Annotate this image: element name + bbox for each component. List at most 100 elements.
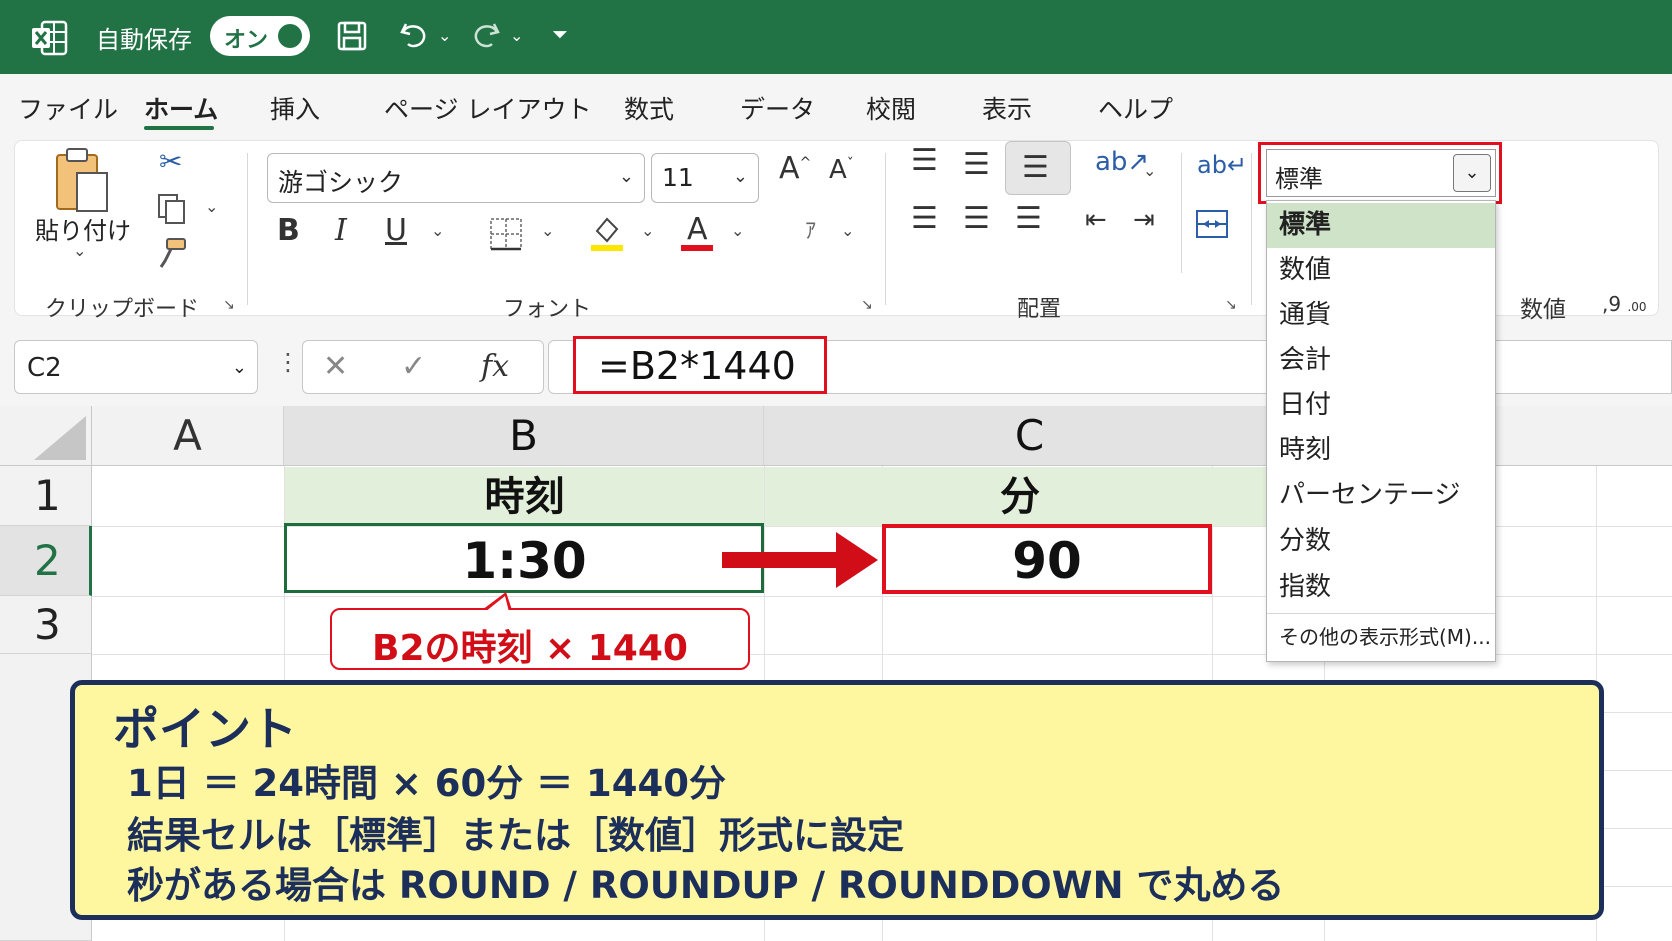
row-header-2[interactable]: 2	[0, 526, 92, 596]
underline-dropdown-icon[interactable]: ⌄	[431, 221, 444, 240]
undo-icon[interactable]	[396, 18, 432, 54]
font-size-combobox[interactable]: 11 ⌄	[651, 153, 759, 203]
wrap-text-icon[interactable]: ab↵	[1197, 151, 1247, 179]
decrease-font-size-icon[interactable]: Aˇ	[829, 155, 854, 185]
tab-review[interactable]: 校閲	[866, 90, 916, 126]
column-header-b[interactable]: B	[284, 406, 764, 466]
font-launcher-icon[interactable]: ↘	[861, 297, 873, 313]
cut-icon[interactable]: ✂	[159, 145, 182, 178]
format-option-date[interactable]: 日付	[1267, 383, 1495, 428]
group-separator	[247, 153, 248, 305]
alignment-launcher-icon[interactable]: ↘	[1225, 297, 1237, 313]
column-header-a[interactable]: A	[92, 406, 284, 466]
cell-c1[interactable]: 分	[765, 468, 1275, 526]
format-option-time[interactable]: 時刻	[1267, 428, 1495, 473]
cancel-icon[interactable]: ✕	[323, 349, 348, 384]
align-center-icon[interactable]: ☰	[963, 201, 990, 236]
select-all-button[interactable]	[0, 406, 92, 466]
chevron-down-icon: ⌄	[231, 357, 247, 378]
borders-dropdown-icon[interactable]: ⌄	[541, 221, 554, 240]
save-icon[interactable]	[334, 18, 370, 54]
formula-highlight: =B2*1440	[573, 336, 827, 394]
tab-view[interactable]: 表示	[982, 90, 1032, 126]
clipboard-group-label: クリップボード	[45, 297, 200, 322]
tab-formulas[interactable]: 数式	[624, 90, 674, 126]
phonetic-icon[interactable]: ｱ	[805, 213, 816, 245]
underline-icon[interactable]: U	[385, 213, 407, 248]
tab-insert[interactable]: 挿入	[270, 90, 320, 126]
align-bottom-button[interactable]: ☰	[1005, 141, 1071, 195]
format-option-scientific[interactable]: 指数	[1267, 565, 1495, 610]
autosave-toggle[interactable]: オン	[210, 16, 310, 56]
toggle-knob	[278, 24, 302, 48]
orientation-icon[interactable]: ab↗	[1095, 147, 1149, 177]
excel-logo-icon	[32, 20, 68, 56]
align-middle-icon[interactable]: ☰	[963, 147, 990, 182]
number-format-dropdown: 標準 数値 通貨 会計 日付 時刻 パーセンテージ 分数 指数 その他の表示形式…	[1266, 200, 1496, 662]
group-separator	[885, 153, 886, 305]
tab-help[interactable]: ヘルプ	[1098, 90, 1173, 126]
tab-file[interactable]: ファイル	[18, 90, 118, 126]
align-top-icon[interactable]: ☰	[911, 143, 938, 178]
column-header-c[interactable]: C	[764, 406, 1296, 466]
format-option-number[interactable]: 数値	[1267, 248, 1495, 293]
number-format-combobox[interactable]: 標準 ⌄	[1266, 149, 1496, 197]
fill-color-dropdown-icon[interactable]: ⌄	[641, 221, 654, 240]
font-color-dropdown-icon[interactable]: ⌄	[731, 221, 744, 240]
point-line-3: 秒がある場合は ROUND / ROUNDUP / ROUNDDOWN で丸める	[127, 864, 1285, 907]
font-group-label: フォント	[503, 297, 592, 322]
format-option-general[interactable]: 標準	[1267, 203, 1495, 248]
tab-data[interactable]: データ	[740, 90, 815, 126]
format-option-accounting[interactable]: 会計	[1267, 338, 1495, 383]
name-box[interactable]: C2 ⌄	[14, 340, 258, 394]
format-option-fraction[interactable]: 分数	[1267, 519, 1495, 564]
row-header-1[interactable]: 1	[0, 466, 92, 526]
increase-font-size-icon[interactable]: A^	[779, 151, 811, 186]
fill-color-icon[interactable]	[589, 213, 625, 253]
borders-icon[interactable]	[489, 217, 523, 251]
more-options-icon[interactable]: ⋮	[276, 348, 300, 376]
callout-tail-inner	[485, 596, 509, 612]
insert-function-icon[interactable]: fx	[481, 349, 509, 384]
increase-indent-icon[interactable]: ⇥	[1133, 205, 1155, 235]
format-option-percentage[interactable]: パーセンテージ	[1267, 473, 1495, 518]
chevron-down-icon: ⌄	[732, 166, 748, 187]
merge-center-icon[interactable]	[1195, 207, 1229, 241]
more-number-formats[interactable]: その他の表示形式(M)...	[1279, 621, 1491, 650]
bold-icon[interactable]: B	[277, 213, 300, 248]
name-box-value: C2	[27, 353, 62, 383]
chevron-down-icon[interactable]: ⌄	[1453, 154, 1491, 192]
ribbon-tabs: ファイル ホーム 挿入 ページ レイアウト 数式 データ 校閲 表示 ヘルプ	[0, 74, 1672, 136]
copy-dropdown-icon[interactable]: ⌄	[205, 197, 218, 216]
font-name-combobox[interactable]: 游ゴシック ⌄	[267, 153, 645, 203]
font-color-icon[interactable]: A	[679, 211, 715, 253]
cell-b1[interactable]: 時刻	[285, 468, 764, 526]
alignment-group-label: 配置	[1017, 297, 1062, 322]
enter-icon[interactable]: ✓	[401, 349, 426, 384]
paste-dropdown-icon[interactable]: ⌄	[73, 241, 86, 260]
italic-icon[interactable]: I	[335, 213, 347, 248]
clipboard-launcher-icon[interactable]: ↘	[223, 297, 235, 313]
active-tab-indicator	[144, 126, 214, 130]
format-painter-icon[interactable]	[157, 237, 189, 269]
chevron-down-icon: ⌄	[618, 166, 634, 187]
number-group-label: 数値	[1520, 297, 1566, 323]
paste-icon[interactable]	[53, 147, 113, 217]
redo-icon[interactable]	[468, 18, 504, 54]
phonetic-dropdown-icon[interactable]: ⌄	[841, 221, 854, 240]
comma-style-icon[interactable]: ,9 .00	[1602, 292, 1647, 316]
align-left-icon[interactable]: ☰	[911, 201, 938, 236]
copy-icon[interactable]	[157, 193, 187, 225]
tab-home[interactable]: ホーム	[144, 90, 218, 126]
number-format-value: 標準	[1275, 165, 1323, 193]
customize-toolbar-icon[interactable]: ⏷	[552, 22, 568, 46]
undo-dropdown-icon[interactable]: ⌄	[438, 26, 451, 45]
row-header-3[interactable]: 3	[0, 596, 92, 654]
font-name-value: 游ゴシック	[278, 168, 404, 197]
align-right-icon[interactable]: ☰	[1015, 201, 1042, 236]
tab-page-layout[interactable]: ページ レイアウト	[384, 90, 591, 126]
orientation-dropdown-icon[interactable]: ⌄	[1143, 161, 1156, 180]
format-option-currency[interactable]: 通貨	[1267, 293, 1495, 338]
redo-dropdown-icon[interactable]: ⌄	[510, 26, 523, 45]
decrease-indent-icon[interactable]: ⇤	[1085, 205, 1107, 235]
